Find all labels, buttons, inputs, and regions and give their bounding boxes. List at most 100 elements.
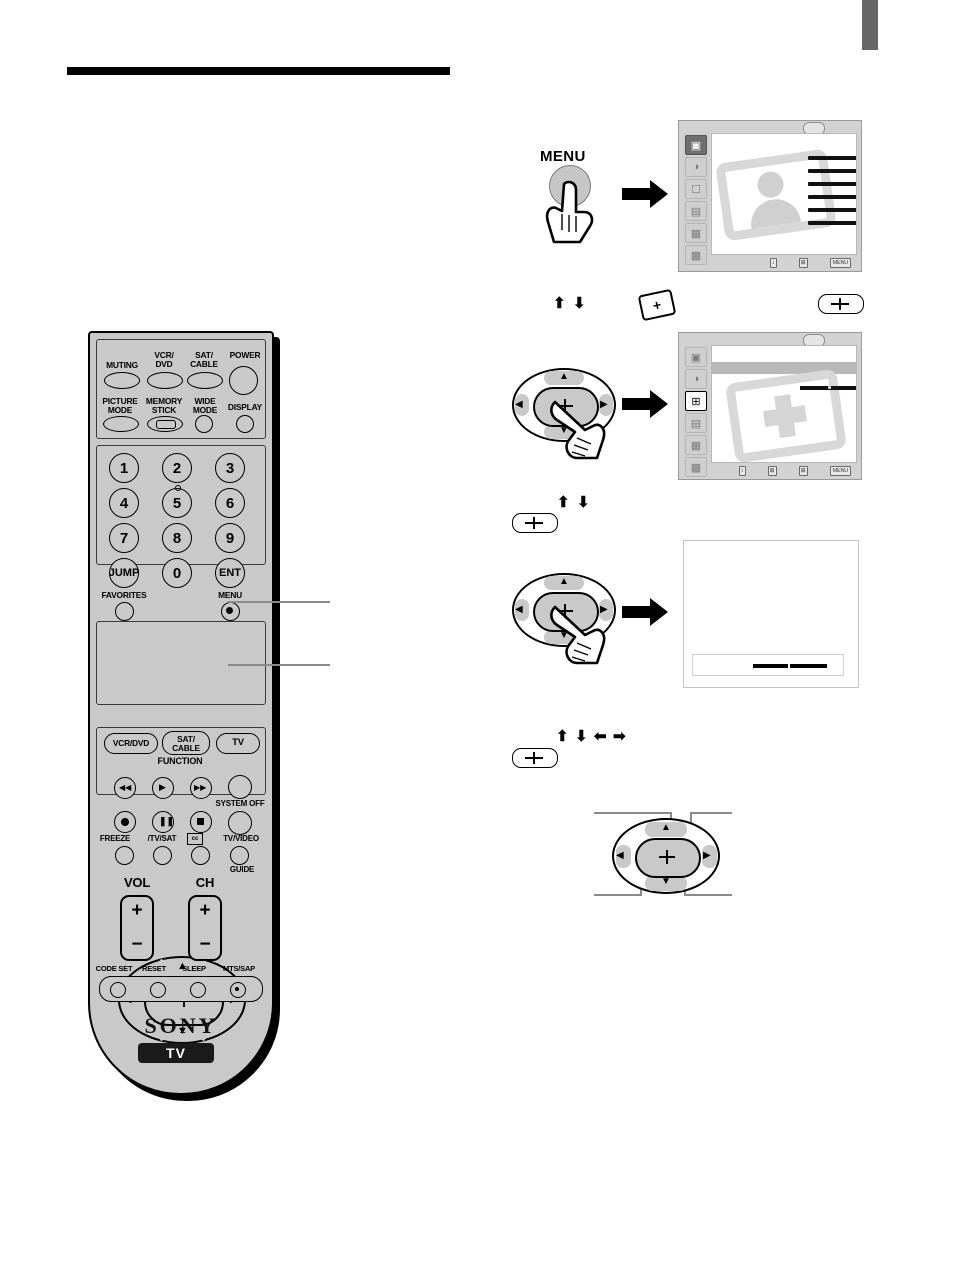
mts-sap-button[interactable]	[230, 982, 246, 998]
step3-left-arrow-icon[interactable]: ◀	[515, 604, 523, 615]
pause-button[interactable]: ❚❚	[152, 811, 174, 833]
muting-button[interactable]	[104, 372, 140, 389]
enter-icon: ⊞	[767, 465, 777, 476]
sidebar-item-audio[interactable]: ◑	[685, 157, 707, 177]
step1-flow-arrow-icon	[622, 180, 668, 208]
plus-card-watermark-icon	[724, 368, 848, 462]
sidebar-item-setup[interactable]: ▦	[685, 435, 707, 455]
step4-dpad-select[interactable]	[635, 838, 701, 878]
key-2[interactable]: 2	[162, 453, 192, 483]
step2-sidebar: ▣ ◑ ⊞ ▤ ▦ ▩	[683, 345, 709, 477]
reset-button[interactable]	[150, 982, 166, 998]
screen-line-6	[808, 221, 856, 225]
mts-sap-label: MTS/SAP	[223, 964, 255, 973]
select-cross-v-icon	[839, 298, 841, 310]
step2-select-button-glyph	[818, 294, 864, 314]
tv-video-button[interactable]	[228, 811, 252, 835]
channel-down[interactable]: −	[199, 934, 210, 956]
watermark-head	[755, 169, 786, 200]
callout-dpad	[228, 664, 330, 667]
sidebar-item-channel[interactable]: ▤	[685, 413, 707, 433]
picture-mode-label: PICTURE MODE	[102, 396, 138, 415]
function-vcr-dvd-button[interactable]: VCR/DVD	[104, 733, 158, 754]
key-4[interactable]: 4	[109, 488, 139, 518]
step2-up-arrow-icon[interactable]: ▲	[559, 371, 569, 382]
menu-button[interactable]	[221, 602, 240, 621]
memory-stick-button[interactable]	[147, 416, 183, 432]
key-7[interactable]: 7	[109, 523, 139, 553]
step4-left-arrow-icon[interactable]: ◀	[616, 850, 624, 861]
sidebar-item-channel[interactable]: ▤	[685, 201, 707, 221]
favorites-label: FAVORITES	[101, 590, 147, 600]
sleep-button[interactable]	[190, 982, 206, 998]
remote-body: MUTING VCR/ DVD SAT/ CABLE POWER PICTURE…	[88, 331, 274, 1095]
step1-screen-content	[711, 133, 857, 255]
code-set-button[interactable]	[110, 982, 126, 998]
key-6[interactable]: 6	[215, 488, 245, 518]
key-9[interactable]: 9	[215, 523, 245, 553]
sidebar-item-memory-stick[interactable]: ☐	[685, 179, 707, 199]
step4-right-icon: ➡	[613, 728, 626, 745]
wide-mode-label: WIDE MODE	[192, 396, 218, 415]
tv-sat-button[interactable]	[153, 846, 172, 865]
guide-button[interactable]	[230, 846, 249, 865]
fast-forward-button[interactable]: ▶▶	[190, 777, 212, 799]
mts-sap-dot-icon	[235, 987, 239, 991]
key-8[interactable]: 8	[162, 523, 192, 553]
cc-button[interactable]	[191, 846, 210, 865]
function-vcr-dvd-label: VCR/DVD	[112, 738, 150, 748]
stop-button[interactable]	[190, 811, 212, 833]
sidebar-item-setup[interactable]: ▦	[685, 223, 707, 243]
freeze-button[interactable]	[115, 846, 134, 865]
key-ent[interactable]: ENT	[215, 558, 245, 588]
memory-stick-label: MEMORY STICK	[145, 396, 183, 415]
step4-right-arrow-icon[interactable]: ▶	[703, 850, 711, 861]
key-jump[interactable]: JUMP	[109, 558, 139, 588]
picture-mode-button[interactable]	[103, 416, 139, 432]
key-0[interactable]: 0	[162, 558, 192, 588]
memory-stick-card-icon: +	[637, 288, 677, 322]
play-icon: ▶	[159, 782, 166, 792]
favorites-button[interactable]	[115, 602, 134, 621]
guide-label: GUIDE	[229, 865, 255, 874]
sat-cable-label: SAT/ CABLE	[190, 350, 218, 369]
volume-down[interactable]: −	[131, 934, 142, 956]
step3-down-icon: ⬇	[577, 494, 590, 511]
select-cross-v-icon	[666, 850, 668, 864]
callout-line-down-h	[684, 894, 732, 896]
key-5[interactable]: 5	[162, 488, 192, 518]
record-button[interactable]	[114, 811, 136, 833]
sidebar-item-memory-stick[interactable]: ⊞	[685, 391, 707, 411]
sidebar-item-options[interactable]: ▩	[685, 245, 707, 265]
vcr-dvd-button[interactable]	[147, 372, 183, 389]
sat-cable-button[interactable]	[187, 372, 223, 389]
step4-up-arrow-icon[interactable]: ▲	[661, 822, 671, 833]
step2-left-arrow-icon[interactable]: ◀	[515, 399, 523, 410]
volume-up[interactable]: +	[131, 900, 142, 922]
sleep-label: SLEEP	[182, 964, 206, 973]
sidebar-item-picture[interactable]: ▣	[685, 347, 707, 367]
function-tv-button[interactable]: TV	[216, 733, 260, 754]
step4-up-icon: ⬆	[556, 728, 569, 745]
channel-up[interactable]: +	[199, 900, 210, 922]
step3-flow-arrow-icon	[622, 598, 668, 626]
wide-mode-button[interactable]	[195, 415, 213, 433]
sidebar-item-audio[interactable]: ◑	[685, 369, 707, 389]
step3-select-button-glyph	[512, 513, 558, 533]
step4-dpad[interactable]: ▲ ▼ ◀ ▶	[612, 818, 720, 894]
system-off-button[interactable]	[228, 775, 252, 799]
play-button[interactable]: ▶	[152, 777, 174, 799]
sidebar-item-picture[interactable]: ▣	[685, 135, 707, 155]
key-3[interactable]: 3	[215, 453, 245, 483]
key-1[interactable]: 1	[109, 453, 139, 483]
function-sat-cable-button[interactable]: SAT/ CABLE	[162, 731, 210, 755]
step4-down-arrow-icon[interactable]: ▼	[661, 876, 671, 887]
step3-up-arrow-icon[interactable]: ▲	[559, 576, 569, 587]
channel-rocker[interactable]: + −	[188, 895, 222, 961]
screen-line-5	[808, 208, 856, 212]
sidebar-item-options[interactable]: ▩	[685, 457, 707, 477]
rewind-button[interactable]: ◀◀	[114, 777, 136, 799]
volume-rocker[interactable]: + −	[120, 895, 154, 961]
display-button[interactable]	[236, 415, 254, 433]
power-button[interactable]	[229, 366, 258, 395]
